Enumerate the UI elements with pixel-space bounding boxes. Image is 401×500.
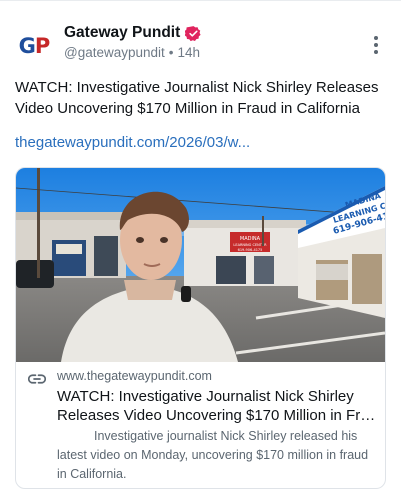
preview-image[interactable]: MADINA LEARNING CENTER 619-906-4175 MADI…: [16, 168, 385, 362]
post-link[interactable]: thegatewaypundit.com/2026/03/w...: [15, 134, 250, 151]
post-time[interactable]: 14h: [178, 45, 201, 60]
post-header: GP Gateway Pundit @gatewaypundit • 14h: [0, 18, 401, 76]
card-title[interactable]: WATCH: Investigative Journalist Nick Shi…: [57, 387, 377, 425]
small-sign-name: MADINA: [240, 236, 261, 242]
card-domain: www.thegatewaypundit.com: [57, 369, 212, 383]
separator-dot: •: [168, 45, 174, 60]
small-sign-phone: 619-906-4175: [238, 248, 263, 252]
top-divider: [0, 0, 401, 1]
link-preview-card[interactable]: MADINA LEARNING CENTER 619-906-4175 MADI…: [15, 167, 386, 489]
verified-badge-icon: [185, 25, 201, 41]
card-title-line2: Releases Video Uncovering $170 Million i…: [57, 407, 377, 424]
more-options-icon[interactable]: [371, 36, 381, 54]
avatar-logo: GP: [18, 34, 51, 58]
card-title-line1: WATCH: Investigative Journalist Nick Shi…: [57, 388, 354, 405]
author-name[interactable]: Gateway Pundit: [64, 24, 180, 42]
link-icon: [28, 374, 46, 384]
avatar[interactable]: GP: [14, 26, 54, 66]
handle-row: @gatewaypundit • 14h: [64, 45, 200, 60]
card-description: Investigative journalist Nick Shirley re…: [57, 429, 369, 481]
author-row: Gateway Pundit: [64, 24, 202, 42]
post-text: WATCH: Investigative Journalist Nick Shi…: [15, 79, 379, 117]
author-handle[interactable]: @gatewaypundit: [64, 45, 165, 60]
card-meta: www.thegatewaypundit.com WATCH: Investig…: [16, 362, 385, 488]
